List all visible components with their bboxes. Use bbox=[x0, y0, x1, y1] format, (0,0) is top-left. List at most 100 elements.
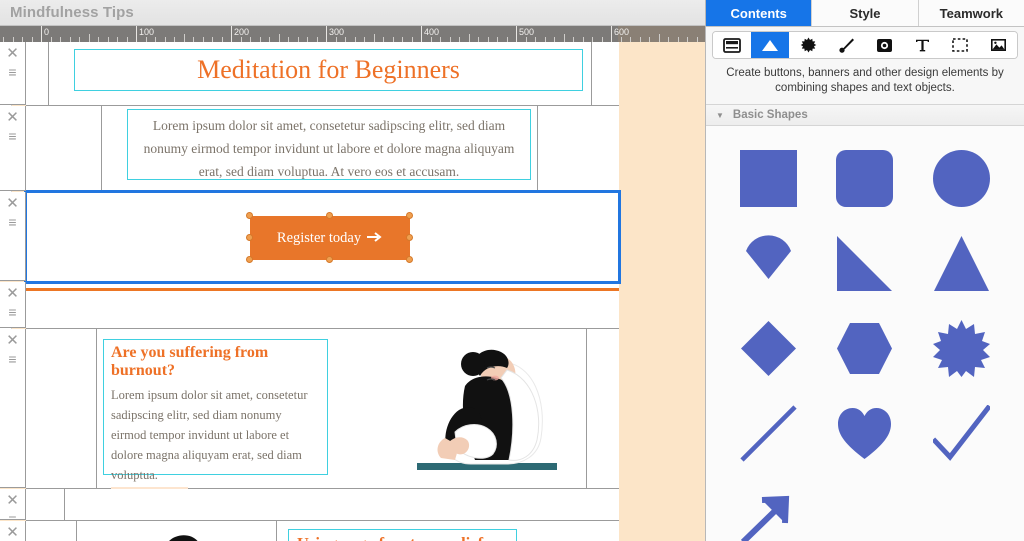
section-intro[interactable]: ✕ ≡ Lorem ipsum dolor sit amet, consetet… bbox=[0, 106, 619, 192]
column-separator bbox=[586, 329, 587, 488]
shapes-icon[interactable] bbox=[751, 32, 789, 58]
shape-triangle[interactable] bbox=[913, 221, 1010, 306]
tab-style[interactable]: Style bbox=[812, 0, 919, 26]
resize-handle-s[interactable] bbox=[326, 256, 333, 263]
horizontal-ruler[interactable]: 0 100 200 300 400 500 600 bbox=[0, 26, 705, 42]
section-spacer[interactable]: ✕ ≡ bbox=[0, 489, 619, 521]
ruler-label: 400 bbox=[424, 27, 440, 37]
shape-heart[interactable] bbox=[817, 391, 914, 476]
drag-section-icon[interactable]: ≡ bbox=[8, 65, 16, 79]
section-yoga[interactable]: ✕ ≡ bbox=[0, 521, 619, 541]
section-divider[interactable]: ✕ ≡ bbox=[0, 282, 619, 329]
layout-icon[interactable] bbox=[713, 32, 751, 58]
section-burnout[interactable]: ✕ ≡ Are you suffering from burnout? Lore… bbox=[0, 329, 619, 502]
burnout-illustration[interactable] bbox=[411, 334, 566, 472]
panel-tabs[interactable]: Contents Style Teamwork bbox=[706, 0, 1024, 27]
resize-handle-nw[interactable] bbox=[246, 212, 253, 219]
resize-handle-n[interactable] bbox=[326, 212, 333, 219]
column-separator bbox=[64, 489, 65, 520]
resize-handle-w[interactable] bbox=[246, 234, 253, 241]
section-gutter[interactable]: ✕ ≡ bbox=[0, 192, 26, 281]
delete-section-icon[interactable]: ✕ bbox=[6, 110, 19, 125]
badge-icon[interactable] bbox=[789, 32, 827, 58]
resize-handle-ne[interactable] bbox=[406, 212, 413, 219]
shape-starburst[interactable] bbox=[913, 306, 1010, 391]
circle-glyph bbox=[933, 150, 991, 207]
shape-diamond[interactable] bbox=[720, 306, 817, 391]
drag-section-icon[interactable]: ≡ bbox=[8, 512, 16, 519]
ruler-tick bbox=[183, 34, 185, 42]
ruler-label: 500 bbox=[519, 27, 535, 37]
delete-section-icon[interactable]: ✕ bbox=[6, 46, 19, 61]
column-separator bbox=[591, 42, 592, 105]
shape-hexagon[interactable] bbox=[817, 306, 914, 391]
content-type-toolbar[interactable] bbox=[712, 31, 1018, 59]
burnout-text-frame[interactable]: Are you suffering from burnout? Lorem ip… bbox=[103, 339, 328, 502]
document-page[interactable]: ✕ ≡ Meditation for Beginners ✕ ≡ Lorem i… bbox=[0, 42, 621, 541]
pen-icon[interactable] bbox=[827, 32, 865, 58]
delete-section-icon[interactable]: ✕ bbox=[6, 493, 19, 508]
delete-section-icon[interactable]: ✕ bbox=[6, 196, 19, 211]
register-today-button[interactable]: Register today bbox=[250, 216, 410, 260]
shape-line[interactable] bbox=[720, 391, 817, 476]
rounded-square-glyph bbox=[836, 150, 894, 207]
shape-checkmark[interactable] bbox=[913, 391, 1010, 476]
yoga-text-frame[interactable]: Using yoga for stress relief Lorem ipsum… bbox=[288, 529, 517, 541]
design-canvas[interactable]: ✕ ≡ Meditation for Beginners ✕ ≡ Lorem i… bbox=[0, 42, 705, 541]
shape-circle[interactable] bbox=[913, 136, 1010, 221]
shape-arrow[interactable] bbox=[720, 476, 817, 541]
hexagon-glyph bbox=[837, 323, 893, 374]
section-gutter[interactable]: ✕ ≡ bbox=[0, 521, 26, 541]
section-gutter[interactable]: ✕ ≡ bbox=[0, 106, 26, 191]
starburst-glyph bbox=[933, 320, 991, 377]
resize-handle-sw[interactable] bbox=[246, 256, 253, 263]
title-text-frame[interactable]: Meditation for Beginners bbox=[74, 49, 583, 91]
resize-handle-e[interactable] bbox=[406, 234, 413, 241]
section-gutter[interactable]: ✕ ≡ bbox=[0, 42, 26, 105]
resize-handle-se[interactable] bbox=[406, 256, 413, 263]
section-gutter[interactable]: ✕ ≡ bbox=[0, 282, 26, 328]
image-icon[interactable] bbox=[979, 32, 1017, 58]
group-header-basic-shapes[interactable]: ▼ Basic Shapes bbox=[706, 104, 1024, 126]
drag-section-icon[interactable]: ≡ bbox=[8, 215, 16, 229]
drag-section-icon[interactable]: ≡ bbox=[8, 305, 16, 319]
burnout-paragraph: Lorem ipsum dolor sit amet, consetetur s… bbox=[111, 388, 308, 482]
intro-text-frame[interactable]: Lorem ipsum dolor sit amet, consetetur s… bbox=[127, 109, 531, 180]
picture-glyph bbox=[990, 39, 1006, 51]
section-cta[interactable]: ✕ ≡ Register today bbox=[0, 190, 621, 284]
tab-teamwork[interactable]: Teamwork bbox=[918, 0, 1024, 26]
triangle-glyph bbox=[934, 236, 990, 291]
yoga-illustration[interactable] bbox=[131, 525, 239, 541]
shape-pie-wedge[interactable] bbox=[720, 221, 817, 306]
cta-button-wrapper[interactable]: Register today bbox=[246, 212, 413, 263]
register-today-label: Register today bbox=[276, 229, 362, 246]
ruler-label: 200 bbox=[234, 27, 250, 37]
drag-section-icon[interactable]: ≡ bbox=[8, 352, 16, 366]
page-title-text: Meditation for Beginners bbox=[197, 55, 460, 84]
tab-contents[interactable]: Contents bbox=[706, 0, 813, 26]
section-title[interactable]: ✕ ≡ Meditation for Beginners bbox=[0, 42, 619, 106]
column-separator bbox=[96, 329, 97, 488]
delete-section-icon[interactable]: ✕ bbox=[6, 286, 19, 301]
orange-divider-line[interactable] bbox=[26, 288, 619, 291]
placeholder-icon[interactable] bbox=[941, 32, 979, 58]
text-icon[interactable] bbox=[903, 32, 941, 58]
drag-section-icon[interactable]: ≡ bbox=[8, 129, 16, 143]
ruler-label: 600 bbox=[614, 27, 630, 37]
section-gutter[interactable]: ✕ ≡ bbox=[0, 489, 26, 520]
column-separator bbox=[276, 521, 277, 541]
right-inspector-panel[interactable]: Contents Style Teamwork Create buttons, … bbox=[705, 0, 1024, 541]
delete-section-icon[interactable]: ✕ bbox=[6, 333, 19, 348]
window-titlebar: Mindfulness Tips bbox=[0, 0, 705, 26]
shape-rounded-square[interactable] bbox=[817, 136, 914, 221]
column-separator bbox=[101, 106, 102, 191]
delete-section-icon[interactable]: ✕ bbox=[6, 525, 19, 540]
group-header-label: Basic Shapes bbox=[732, 109, 808, 121]
shape-right-triangle[interactable] bbox=[817, 221, 914, 306]
triangle-glyph bbox=[762, 39, 778, 51]
chevron-down-icon[interactable]: ▼ bbox=[716, 111, 724, 120]
media-icon[interactable] bbox=[865, 32, 903, 58]
section-gutter[interactable]: ✕ ≡ bbox=[0, 329, 26, 488]
shape-square[interactable] bbox=[720, 136, 817, 221]
shape-library-grid[interactable] bbox=[706, 126, 1024, 541]
